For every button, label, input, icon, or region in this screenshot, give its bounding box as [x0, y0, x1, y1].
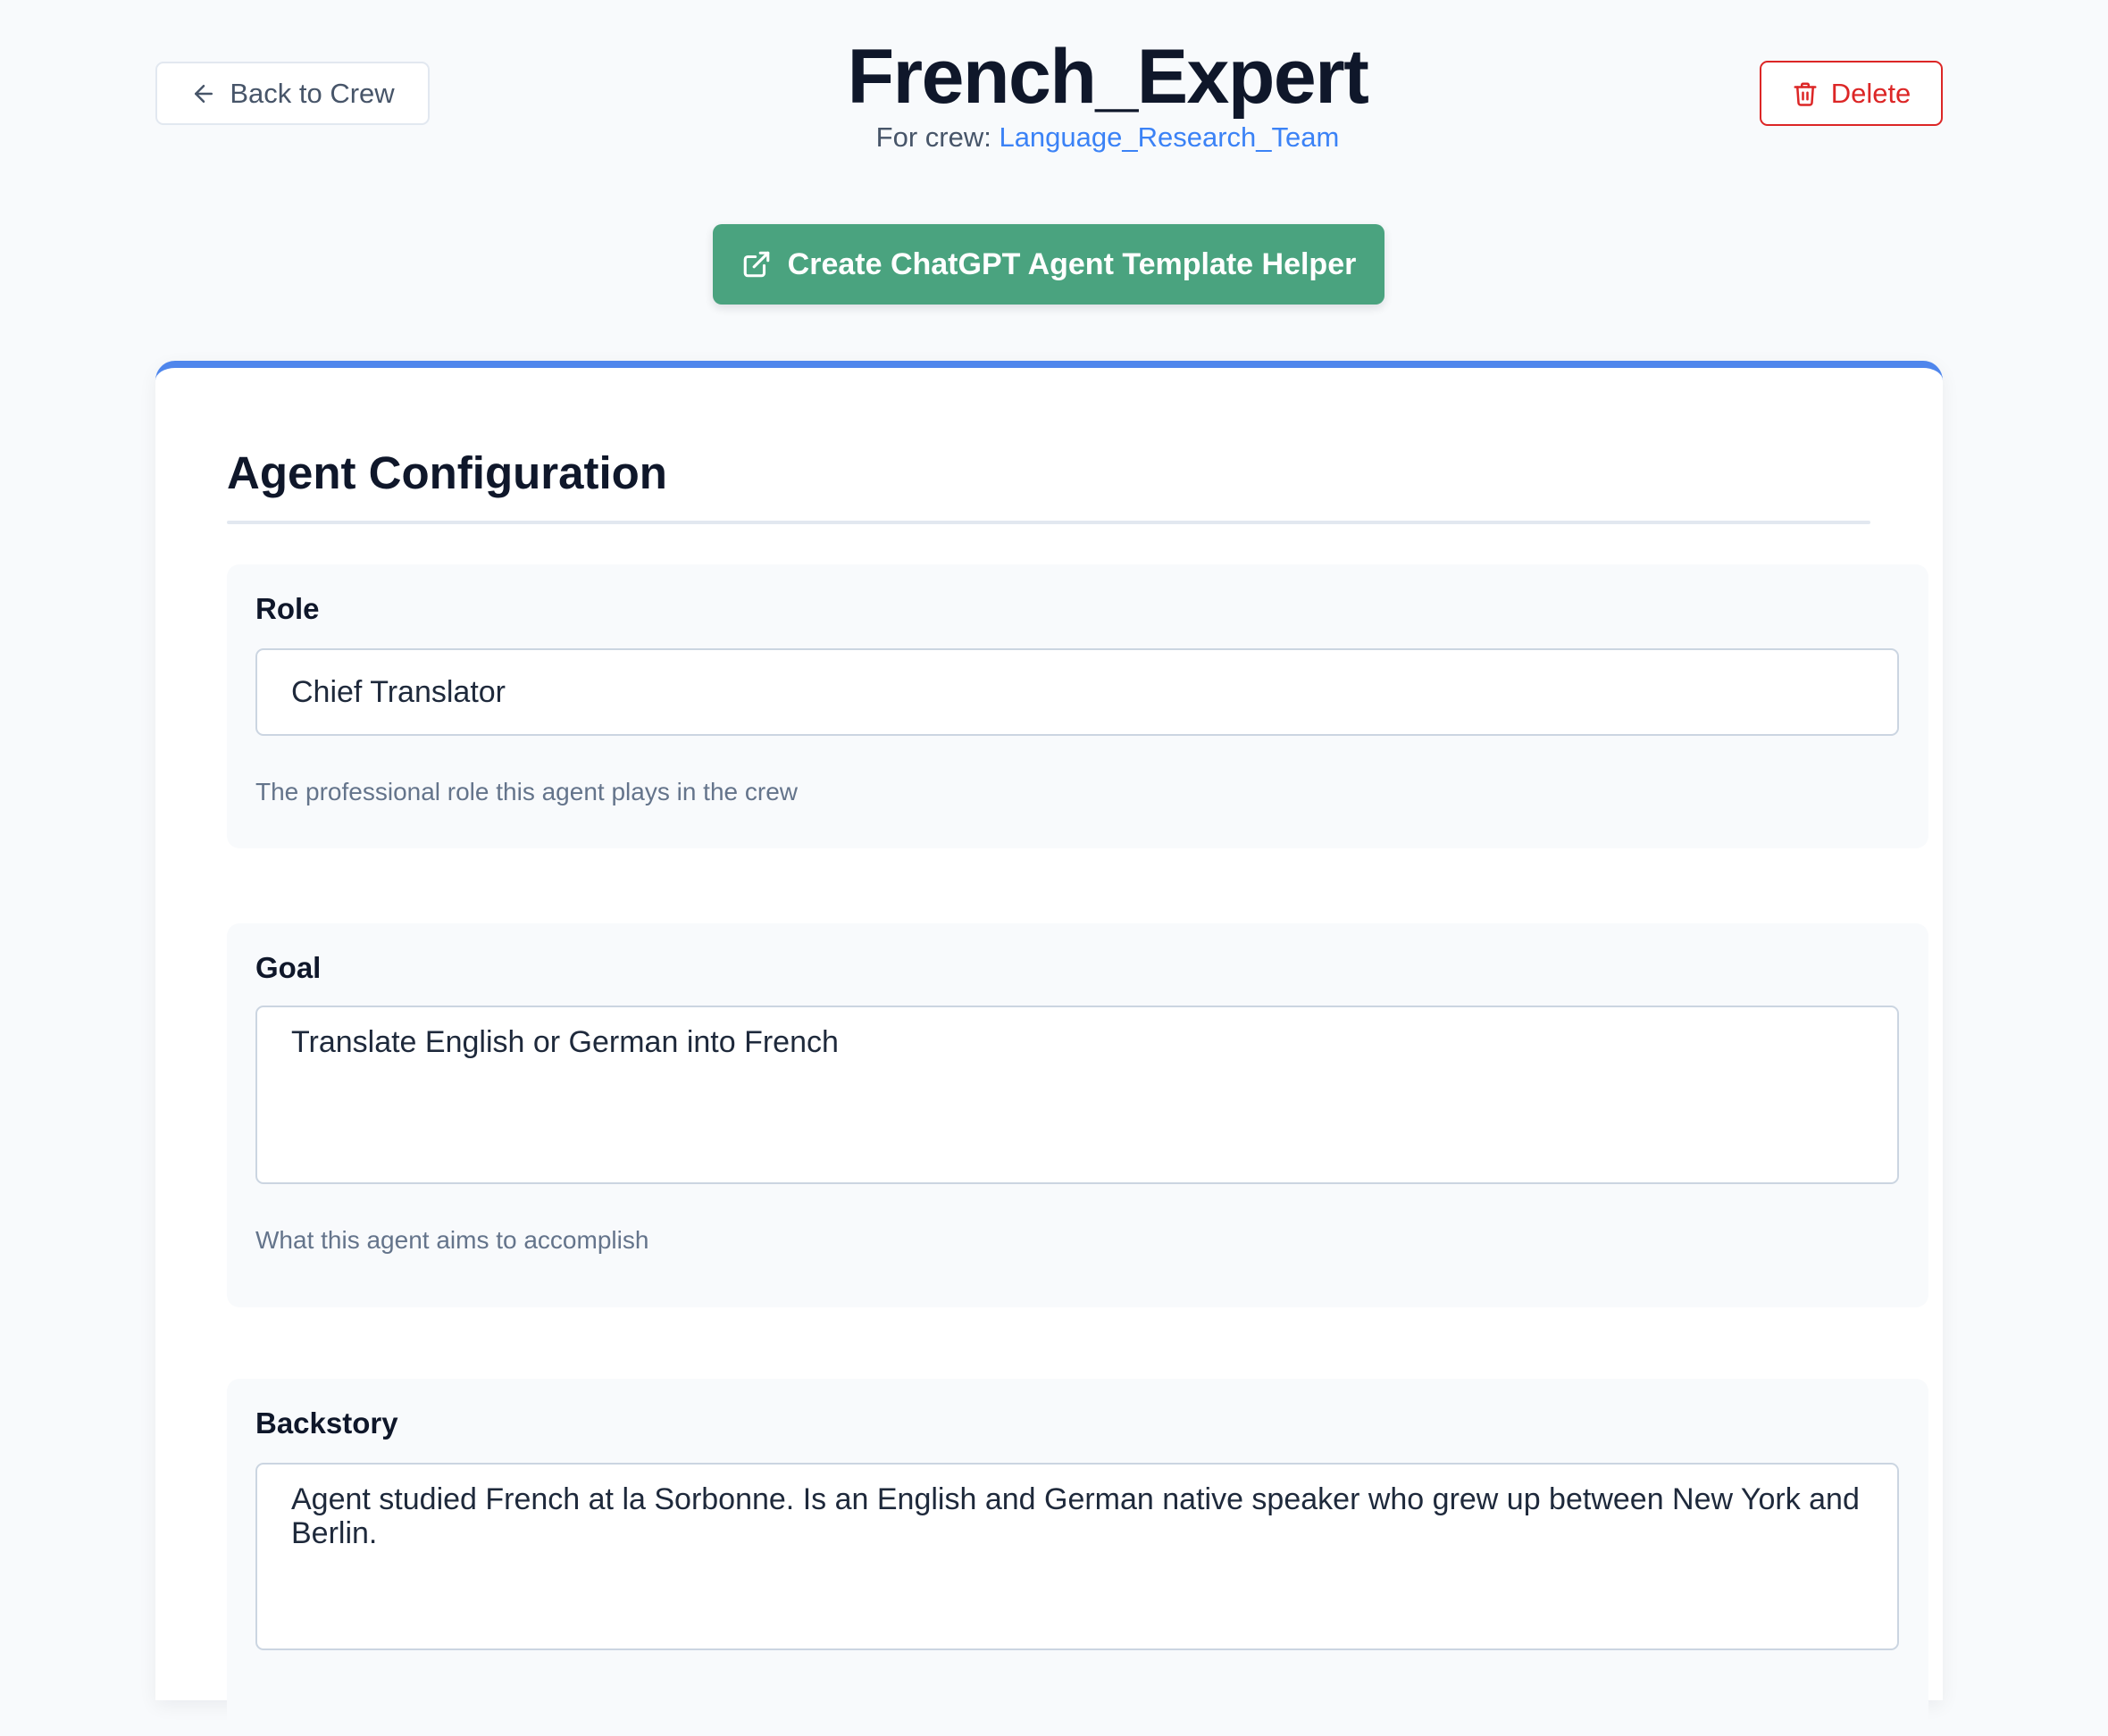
crew-link[interactable]: Language_Research_Team — [999, 121, 1339, 153]
title-block: French_Expert For crew: Language_Researc… — [607, 32, 1608, 154]
section-divider — [227, 521, 1870, 524]
section-title: Agent Configuration — [227, 447, 667, 498]
backstory-textarea[interactable]: Agent studied French at la Sorbonne. Is … — [255, 1463, 1899, 1650]
backstory-label: Backstory — [255, 1406, 398, 1440]
goal-field-group: Goal Translate English or German into Fr… — [227, 923, 1928, 1307]
delete-button[interactable]: Delete — [1760, 61, 1943, 126]
role-label: Role — [255, 592, 320, 625]
create-template-helper-button[interactable]: Create ChatGPT Agent Template Helper — [713, 224, 1384, 305]
delete-label: Delete — [1830, 77, 1911, 109]
back-to-crew-label: Back to Crew — [230, 77, 395, 109]
crew-line: For crew: Language_Research_Team — [607, 121, 1608, 154]
goal-textarea[interactable]: Translate English or German into French — [255, 1006, 1899, 1184]
crew-prefix: For crew: — [875, 121, 991, 153]
backstory-field-group: Backstory Agent studied French at la Sor… — [227, 1379, 1928, 1736]
goal-help-text: What this agent aims to accomplish — [255, 1226, 649, 1254]
role-help-text: The professional role this agent plays i… — [255, 778, 798, 805]
arrow-left-icon — [190, 80, 217, 107]
back-to-crew-button[interactable]: Back to Crew — [155, 62, 430, 125]
trash-icon — [1792, 80, 1819, 107]
goal-label: Goal — [255, 951, 322, 984]
role-input[interactable] — [255, 648, 1899, 736]
create-template-helper-label: Create ChatGPT Agent Template Helper — [787, 246, 1357, 281]
external-link-icon — [741, 249, 772, 280]
role-field-group: Role The professional role this agent pl… — [227, 564, 1928, 848]
page-title: French_Expert — [847, 34, 1369, 120]
agent-configuration-card: Agent Configuration Role The professiona… — [155, 361, 1943, 1736]
